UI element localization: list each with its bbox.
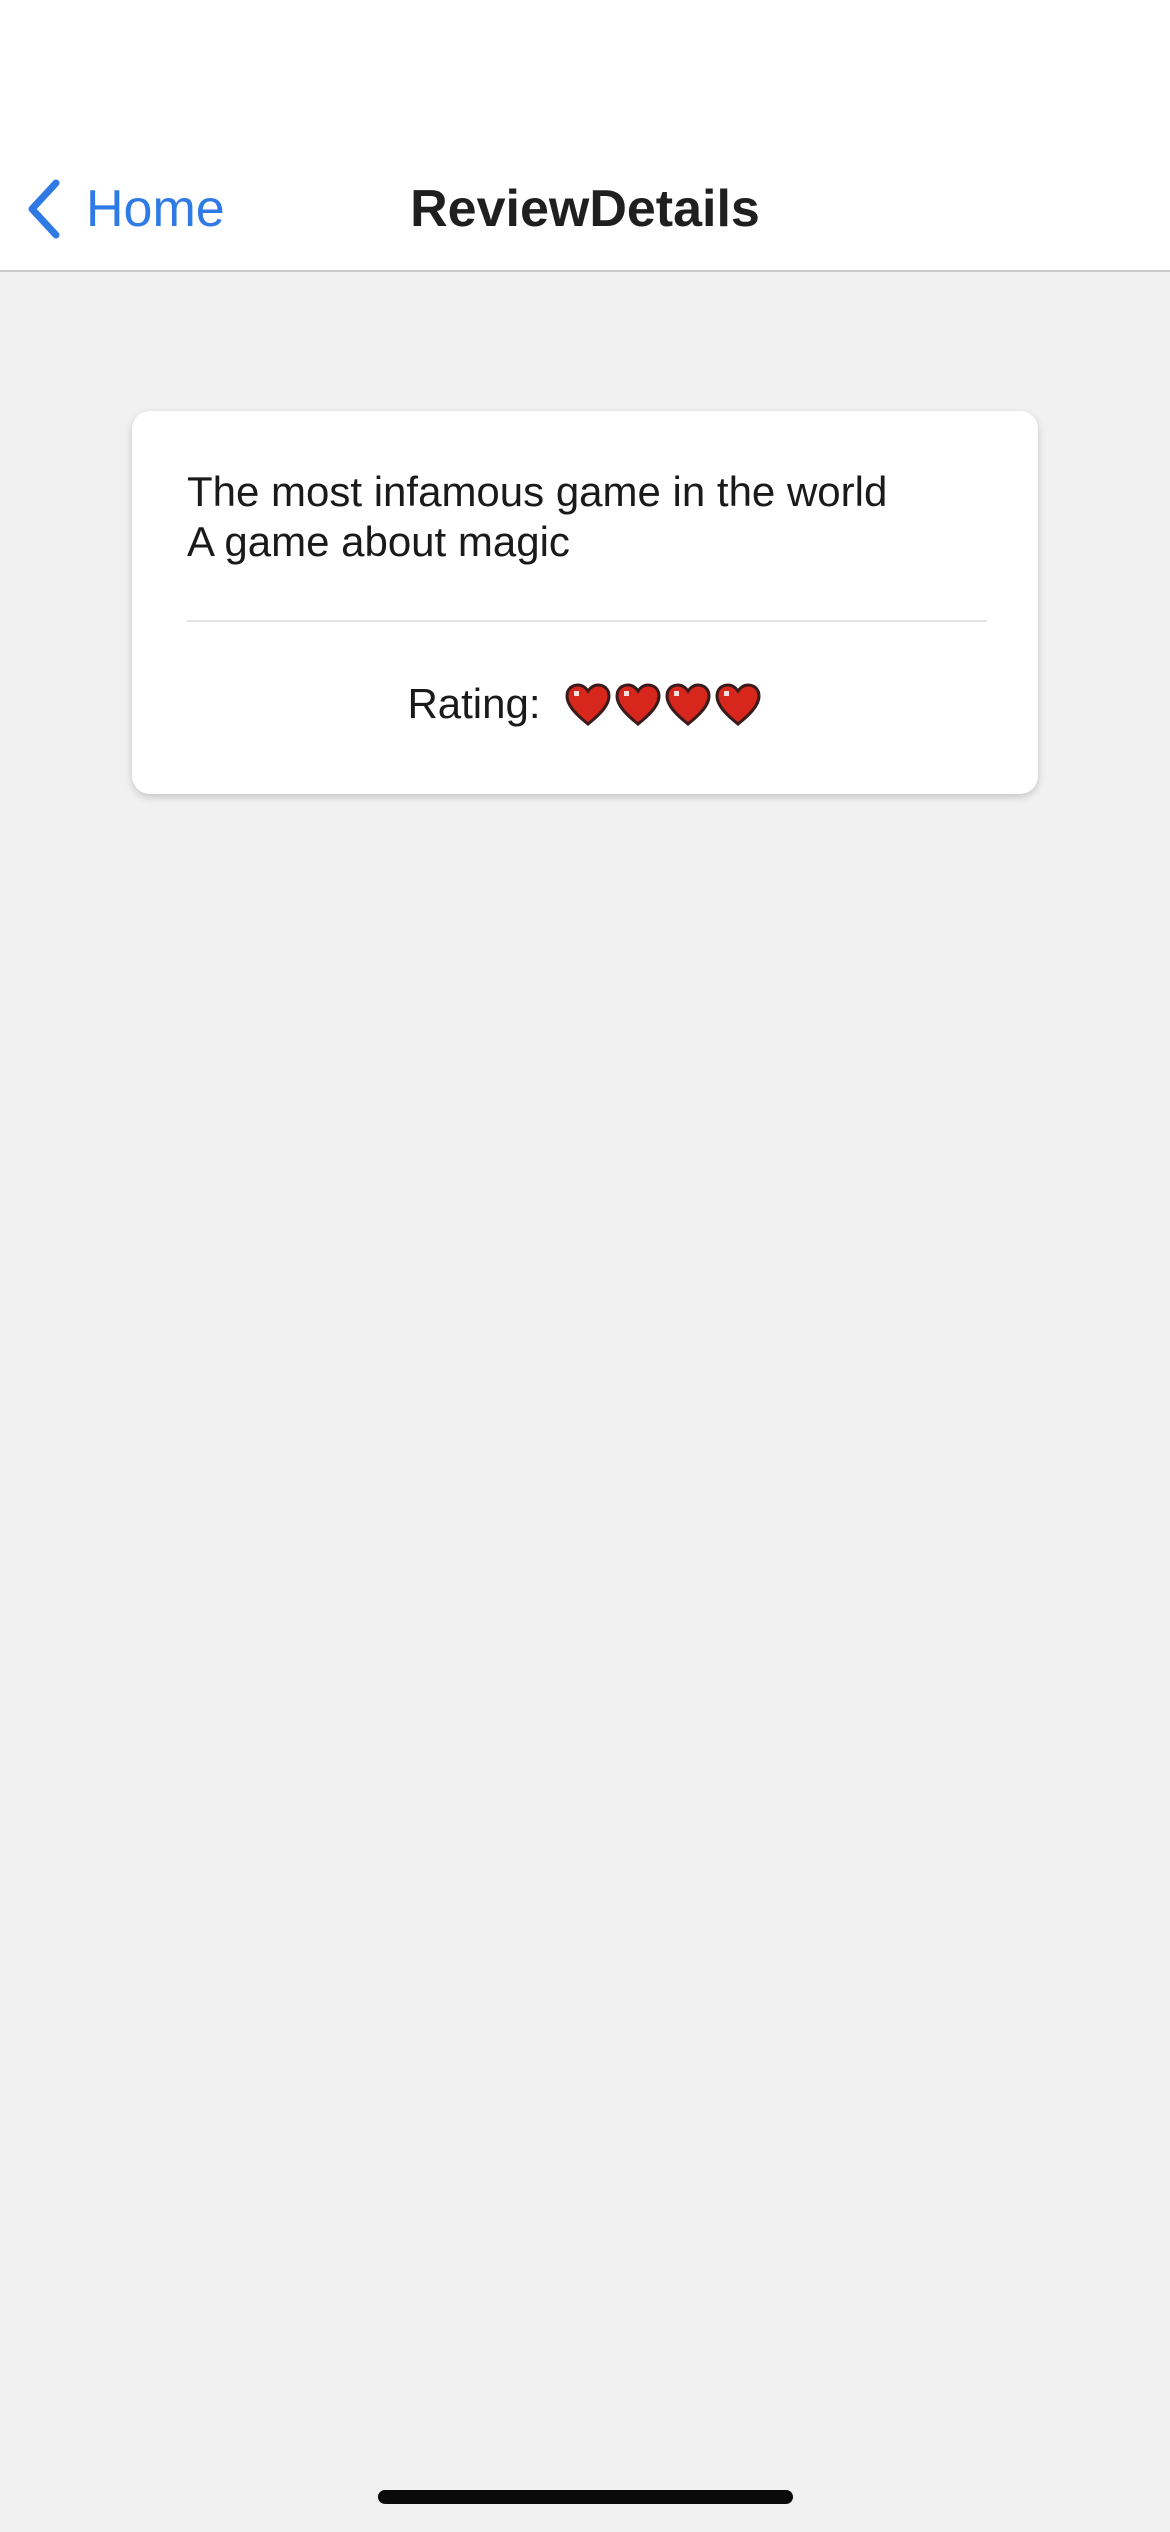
rating-row: Rating: (132, 669, 1038, 739)
heart-icon (563, 681, 613, 727)
heart-icon (663, 681, 713, 727)
page-title: ReviewDetails (410, 180, 760, 238)
rating-hearts (563, 681, 763, 727)
status-bar (0, 0, 1170, 130)
home-indicator (378, 2490, 793, 2504)
review-title: The most infamous game in the world (187, 468, 888, 515)
heart-icon (613, 681, 663, 727)
navigation-bar: Home ReviewDetails (0, 130, 1170, 272)
review-body: A game about magic (187, 518, 570, 565)
review-card: The most infamous game in the world A ga… (132, 411, 1038, 794)
heart-icon (713, 681, 763, 727)
rating-label: Rating: (407, 680, 541, 727)
divider (187, 620, 987, 622)
